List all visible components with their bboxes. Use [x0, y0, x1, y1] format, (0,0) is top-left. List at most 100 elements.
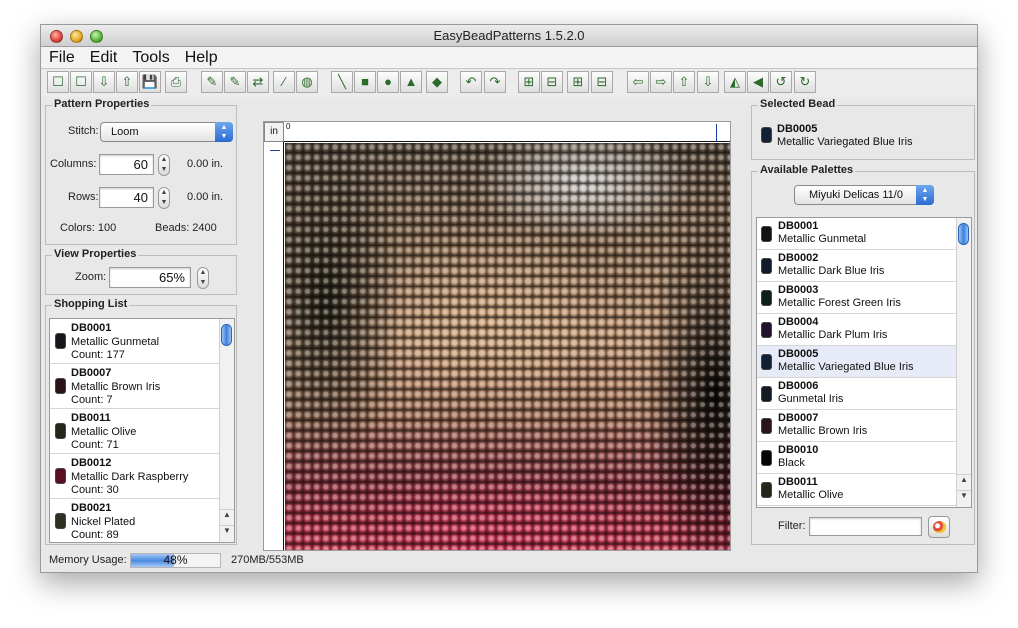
bead-swatch	[55, 513, 66, 529]
bead-pattern-canvas[interactable]: in 0	[263, 121, 731, 551]
rotate-right-button[interactable]: ↻	[794, 71, 816, 93]
minimize-window-button[interactable]	[70, 30, 83, 43]
menu-edit[interactable]: Edit	[82, 47, 125, 69]
rows-label: Rows:	[68, 191, 99, 203]
flip-left-button[interactable]: ◀	[747, 71, 769, 93]
bead-code: DB0012	[71, 457, 112, 469]
print-icon: ⎙	[170, 74, 182, 89]
selected-bead-title: Selected Bead	[758, 98, 838, 110]
zoom-stepper[interactable]: ▲ ▼	[197, 267, 209, 289]
menu-file[interactable]: File	[41, 47, 82, 69]
palette-color-button[interactable]	[928, 516, 950, 538]
bead-swatch	[55, 423, 66, 439]
shift-up-icon: ⇧	[678, 74, 690, 89]
ruler-unit-label[interactable]: in	[264, 122, 284, 142]
delete-column-button[interactable]: ⊟	[541, 71, 563, 93]
save-button[interactable]: 💾	[139, 71, 161, 93]
new-pattern-button[interactable]: ☐	[47, 71, 69, 93]
scroll-up-icon[interactable]: ▲	[220, 509, 234, 523]
import-button[interactable]: ⇩	[93, 71, 115, 93]
bead-name: Nickel Plated	[71, 516, 136, 528]
palette-item[interactable]: DB0003 Metallic Forest Green Iris	[757, 282, 956, 314]
diamond-button[interactable]: ◆	[426, 71, 448, 93]
view-properties-panel: View Properties Zoom: 65% ▲ ▼	[45, 248, 237, 295]
memory-usage-text: 270MB/553MB	[231, 554, 304, 566]
rotate-left-icon: ↺	[775, 74, 787, 89]
palette-select[interactable]: Miyuki Delicas 11/0 ▲ ▼	[794, 185, 934, 205]
shopping-list-item[interactable]: DB0011 Metallic Olive Count: 71	[50, 409, 221, 454]
line-button[interactable]: ╲	[331, 71, 353, 93]
zoom-label: Zoom:	[75, 271, 107, 283]
rectangle-button[interactable]: ■	[354, 71, 376, 93]
palette-item[interactable]: DB0001 Metallic Gunmetal	[757, 218, 956, 250]
columns-stepper[interactable]: ▲ ▼	[158, 154, 170, 176]
insert-column-button[interactable]: ⊞	[518, 71, 540, 93]
shopping-list-scroll-thumb[interactable]	[221, 324, 232, 346]
stitch-label: Stitch:	[68, 125, 99, 137]
selected-bead-panel: Selected Bead DB0005 Metallic Variegated…	[751, 98, 975, 160]
shift-left-icon: ⇦	[632, 74, 644, 89]
palette-list-scrollbar[interactable]: ▲ ▼	[956, 218, 971, 507]
insert-row-button[interactable]: ⊞	[567, 71, 589, 93]
shopping-list-item[interactable]: DB0001 Metallic Gunmetal Count: 177	[50, 319, 221, 364]
print-button[interactable]: ⎙	[165, 71, 187, 93]
menu-help[interactable]: Help	[177, 47, 225, 69]
menu-tools[interactable]: Tools	[124, 47, 176, 69]
stitch-select[interactable]: Loom ▲ ▼	[100, 122, 233, 142]
shift-down-button[interactable]: ⇩	[697, 71, 719, 93]
shift-right-button[interactable]: ⇨	[650, 71, 672, 93]
palette-item[interactable]: DB0011 Metallic Olive	[757, 474, 956, 506]
triangle-button[interactable]: ▲	[400, 71, 422, 93]
fill-bucket-button[interactable]: ◍	[296, 71, 318, 93]
shopping-list-item[interactable]: DB0007 Metallic Brown Iris Count: 7	[50, 364, 221, 409]
eyedropper-button[interactable]: ⁄	[273, 71, 295, 93]
palette-item[interactable]: DB0007 Metallic Brown Iris	[757, 410, 956, 442]
triangle-icon: ▲	[404, 74, 418, 89]
columns-field[interactable]: 60	[99, 154, 154, 175]
palette-item[interactable]: DB0004 Metallic Dark Plum Iris	[757, 314, 956, 346]
undo-button[interactable]: ↶	[460, 71, 482, 93]
redo-button[interactable]: ↷	[484, 71, 506, 93]
shift-left-button[interactable]: ⇦	[627, 71, 649, 93]
rotate-left-button[interactable]: ↺	[770, 71, 792, 93]
diamond-icon: ◆	[432, 74, 442, 89]
palette-scroll-up-icon[interactable]: ▲	[957, 474, 971, 488]
replace-color-button[interactable]: ⇄	[247, 71, 269, 93]
bead-image	[285, 143, 730, 550]
bead-count: Count: 71	[71, 439, 119, 451]
rows-field[interactable]: 40	[99, 187, 154, 208]
erase-pencil-button[interactable]: ✎	[224, 71, 246, 93]
shopping-list-scrollbar[interactable]: ▲ ▼	[219, 319, 234, 542]
insert-column-icon: ⊞	[523, 74, 535, 89]
export-button[interactable]: ⇧	[116, 71, 138, 93]
rows-stepper[interactable]: ▲ ▼	[158, 187, 170, 209]
bead-swatch	[761, 482, 772, 498]
palette-item[interactable]: DB0010 Black	[757, 442, 956, 474]
shift-up-button[interactable]: ⇧	[673, 71, 695, 93]
zoom-window-button[interactable]	[90, 30, 103, 43]
bead-name: Black	[778, 457, 805, 469]
bead-code: DB0003	[778, 284, 819, 296]
bead-count: Count: 30	[71, 484, 119, 496]
palette-item[interactable]: DB0002 Metallic Dark Blue Iris	[757, 250, 956, 282]
delete-row-button[interactable]: ⊟	[591, 71, 613, 93]
bead-swatch	[761, 354, 772, 370]
available-palettes-title: Available Palettes	[758, 164, 856, 176]
zoom-field[interactable]: 65%	[109, 267, 191, 288]
bead-code: DB0001	[778, 220, 819, 232]
palette-scroll-down-icon[interactable]: ▼	[957, 490, 971, 506]
shopping-list-item[interactable]: DB0021 Nickel Plated Count: 89	[50, 499, 221, 542]
palette-item[interactable]: DB0005 Metallic Variegated Blue Iris	[757, 346, 956, 378]
filter-input[interactable]	[809, 517, 922, 536]
palette-scroll-thumb[interactable]	[958, 223, 969, 245]
flip-horizontal-button[interactable]: ◭	[724, 71, 746, 93]
pencil-button[interactable]: ✎	[201, 71, 223, 93]
circle-button[interactable]: ●	[377, 71, 399, 93]
palette-item[interactable]: DB0006 Gunmetal Iris	[757, 378, 956, 410]
scroll-down-icon[interactable]: ▼	[220, 525, 234, 541]
shopping-list-item[interactable]: DB0012 Metallic Dark Raspberry Count: 30	[50, 454, 221, 499]
shift-down-icon: ⇩	[702, 74, 714, 89]
new-from-image-button[interactable]: ☐	[70, 71, 92, 93]
close-window-button[interactable]	[50, 30, 63, 43]
memory-usage-label: Memory Usage:	[49, 554, 127, 566]
